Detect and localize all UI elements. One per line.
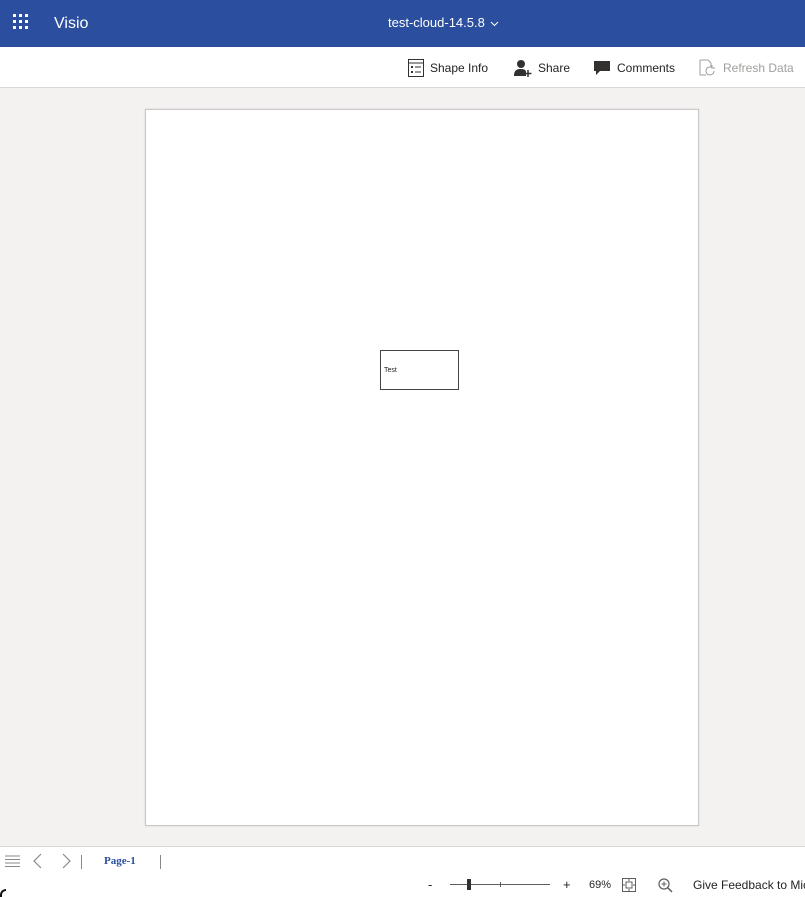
chevron-down-icon — [491, 21, 499, 26]
comments-button[interactable]: Comments — [593, 58, 675, 78]
page-sheet[interactable]: Test — [145, 109, 699, 826]
refresh-data-label: Refresh Data — [723, 61, 794, 75]
add-person-icon — [514, 59, 532, 77]
shape-info-button[interactable]: Shape Info — [408, 58, 488, 78]
zoom-level[interactable]: 69% — [589, 879, 611, 892]
share-button[interactable]: Share — [514, 58, 570, 78]
tab-divider — [81, 855, 82, 869]
zoom-out-button[interactable]: - — [428, 878, 432, 892]
shape-text: Test — [384, 367, 397, 374]
app-header: Visio test-cloud-14.5.8 — [0, 0, 805, 47]
page-tab-bar: Page-1 — [0, 846, 805, 874]
all-pages-menu-icon[interactable] — [5, 855, 20, 867]
comments-label: Comments — [617, 61, 676, 75]
shape-info-label: Shape Info — [430, 61, 489, 75]
zoom-magnifier-icon[interactable] — [658, 878, 673, 893]
zoom-slider[interactable] — [450, 879, 550, 891]
previous-page-icon[interactable] — [32, 853, 42, 869]
shape-info-icon — [408, 59, 424, 77]
refresh-data-icon — [699, 59, 717, 77]
tab-page-1[interactable]: Page-1 — [104, 855, 136, 867]
document-title: test-cloud-14.5.8 — [388, 15, 485, 30]
document-title-button[interactable]: test-cloud-14.5.8 — [388, 15, 499, 31]
refresh-data-button[interactable]: Refresh Data — [699, 58, 794, 78]
command-bar: Shape Info Share Comments Refresh Data — [0, 47, 805, 88]
status-bar: - + 69% Give Feedback to Mic — [0, 874, 805, 897]
fit-to-window-icon[interactable] — [622, 878, 636, 892]
zoom-slider-thumb[interactable] — [467, 879, 471, 890]
diagram-canvas[interactable]: Test — [0, 88, 805, 846]
diagram-shape[interactable]: Test — [380, 350, 459, 390]
give-feedback-link[interactable]: Give Feedback to Mic — [693, 878, 805, 893]
window-corner — [0, 889, 6, 897]
zoom-in-button[interactable]: + — [563, 878, 571, 892]
app-launcher-waffle-icon[interactable] — [13, 14, 31, 32]
tab-divider — [160, 855, 161, 869]
zoom-slider-center-tick — [500, 882, 501, 887]
app-name[interactable]: Visio — [54, 14, 88, 33]
share-label: Share — [538, 61, 571, 75]
comment-icon — [593, 60, 611, 76]
next-page-icon[interactable] — [62, 853, 72, 869]
